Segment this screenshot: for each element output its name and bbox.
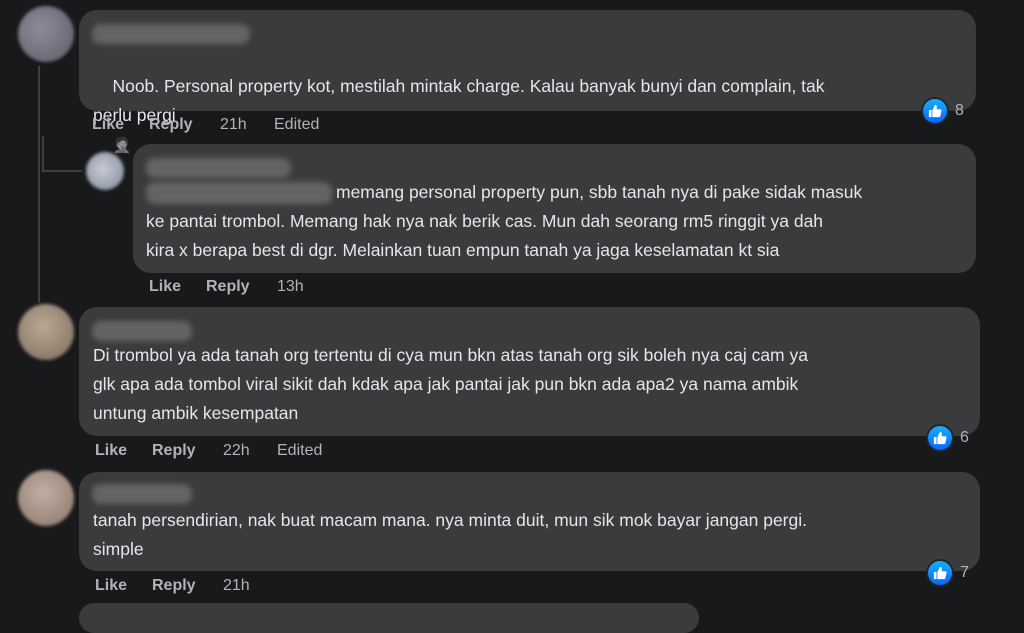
timestamp[interactable]: 22h [223,442,250,460]
like-thumbs-up-icon [921,97,949,125]
author-name-redacted[interactable] [92,321,192,341]
reply-link[interactable]: Reply [152,442,196,460]
like-thumbs-up-icon [926,424,954,452]
avatar[interactable] [86,152,124,190]
comment-text: Di trombol ya ada tanah org tertentu di … [93,345,808,423]
next-comment-bubble-partial [79,603,699,633]
like-thumbs-up-icon [926,559,954,587]
edited-label: Edited [277,442,323,459]
like-link[interactable]: Like [92,116,124,134]
comment-text: memang personal property pun, sbb tanah … [146,182,863,260]
thread-line-branch-vertical [42,136,44,172]
thread-line-main [38,66,40,302]
reaction-summary[interactable]: 6 [926,424,969,452]
author-name-redacted[interactable] [92,24,250,44]
facepalm-emoji-icon: 🤦 [112,137,132,154]
like-link[interactable]: Like [95,577,127,595]
timestamp[interactable]: 13h [277,278,304,296]
reaction-count: 7 [960,564,969,581]
author-name-redacted[interactable] [146,158,291,178]
like-link[interactable]: Like [95,442,127,460]
reaction-summary[interactable]: 7 [926,559,969,587]
reaction-count: 6 [960,429,969,446]
comment-text: tanah persendirian, nak buat macam mana.… [93,510,807,559]
timestamp[interactable]: 21h [220,116,247,134]
timestamp[interactable]: 21h [223,577,250,595]
avatar[interactable] [18,6,74,62]
avatar[interactable] [18,304,74,360]
like-link[interactable]: Like [149,278,181,296]
author-name-redacted[interactable] [92,484,192,504]
reaction-summary[interactable]: 8 [921,97,964,125]
reply-link[interactable]: Reply [152,577,196,595]
reaction-count: 8 [955,102,964,119]
avatar[interactable] [18,470,74,526]
thread-line-branch-horizontal [42,170,82,172]
reply-link[interactable]: Reply [149,116,193,134]
reply-link[interactable]: Reply [206,278,250,296]
edited-label: Edited [274,116,320,133]
comment-text-body: Noob. Personal property kot, mestilah mi… [93,76,825,125]
